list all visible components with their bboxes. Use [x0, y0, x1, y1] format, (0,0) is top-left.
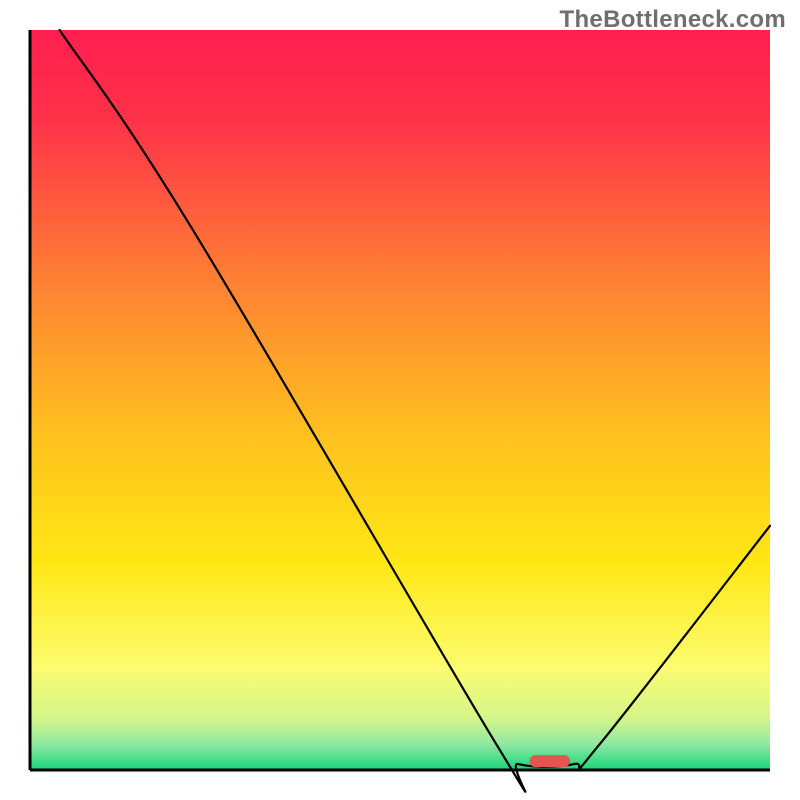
- optimum-marker: [530, 755, 571, 767]
- watermark-text: TheBottleneck.com: [560, 6, 786, 34]
- plot-background: [30, 30, 770, 770]
- bottleneck-chart: [0, 0, 800, 800]
- chart-container: TheBottleneck.com: [0, 0, 800, 800]
